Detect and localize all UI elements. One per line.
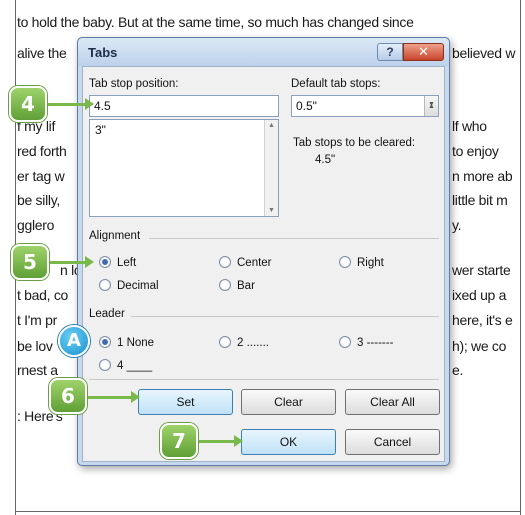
leader-group-label: Leader	[89, 308, 125, 320]
radio-icon	[219, 279, 231, 291]
buttons-divider	[89, 379, 439, 380]
alignment-group-label: Alignment	[89, 230, 141, 242]
tab-stop-list[interactable]: 3" ▲ ▼	[89, 119, 279, 217]
document-text-line: to enjoy	[452, 143, 499, 159]
ok-button[interactable]: OK	[241, 429, 336, 455]
default-tab-stops-label: Default tab stops:	[291, 78, 381, 90]
step-5-badge: 5	[11, 244, 49, 280]
spin-down-icon[interactable]: ▼	[428, 95, 435, 115]
step-a-badge: A	[58, 325, 90, 357]
close-button[interactable]: ✕	[403, 43, 444, 61]
alignment-decimal-label: Decimal	[117, 280, 159, 292]
step-5-arrow	[50, 256, 94, 268]
default-tab-stops-spinner[interactable]: ▲ ▼	[424, 96, 438, 116]
alignment-right-radio[interactable]: Right	[339, 256, 384, 269]
step-7-badge: 7	[160, 423, 198, 459]
scroll-up-icon[interactable]: ▲	[268, 122, 275, 129]
alignment-divider	[149, 238, 439, 239]
alignment-left-label: Left	[117, 257, 137, 269]
cancel-button[interactable]: Cancel	[345, 429, 440, 455]
document-text-line: e.	[452, 362, 464, 378]
help-button[interactable]: ?	[377, 43, 403, 61]
dialog-title: Tabs	[88, 45, 118, 60]
default-tab-stops-value: 0.5"	[296, 99, 317, 113]
document-text-line: er tag w	[17, 168, 65, 184]
leader-3-label: 3 -------	[357, 337, 394, 349]
tab-stops-cleared-value: 4.5"	[315, 154, 336, 166]
document-text-line: gglero	[17, 217, 55, 233]
scroll-down-icon[interactable]: ▼	[268, 207, 275, 214]
document-text-line: to hold the baby. But at the same time, …	[17, 14, 414, 30]
leader-1-radio[interactable]: 1 None	[99, 336, 154, 349]
document-text-line: h); we co	[452, 338, 507, 354]
alignment-bar-radio[interactable]: Bar	[219, 279, 255, 292]
page-border-right	[520, 0, 521, 515]
step-4-arrow	[48, 98, 94, 110]
radio-selected-icon	[99, 336, 111, 348]
leader-2-radio[interactable]: 2 .......	[219, 336, 269, 349]
alignment-decimal-radio[interactable]: Decimal	[99, 279, 159, 292]
page-border-bottom	[15, 511, 521, 512]
document-text-line: little bit m	[452, 192, 508, 208]
step-7-arrow	[199, 435, 243, 447]
document-text-line: be silly,	[17, 192, 60, 208]
step-6-badge: 6	[49, 378, 87, 414]
document-text-line: rnest a	[17, 362, 58, 378]
leader-1-label: 1 None	[117, 337, 155, 349]
document-text-line: alive the	[17, 45, 67, 61]
document-text-line: t bad, co	[17, 287, 69, 303]
alignment-right-label: Right	[357, 257, 384, 269]
document-text-line: t I'm pr	[17, 312, 57, 328]
radio-icon	[219, 336, 231, 348]
document-text-line: wer starte	[452, 262, 511, 278]
alignment-center-label: Center	[237, 257, 272, 269]
tab-stop-position-input[interactable]: 4.5	[89, 95, 279, 117]
document-text-line: n more ab	[452, 168, 513, 184]
step-6-arrow	[88, 391, 140, 403]
document-text-line: be lov	[17, 338, 53, 354]
set-button[interactable]: Set	[138, 389, 233, 415]
radio-selected-icon	[99, 256, 111, 268]
alignment-bar-label: Bar	[237, 280, 255, 292]
step-4-badge: 4	[9, 86, 47, 122]
tab-stops-cleared-label: Tab stops to be cleared:	[293, 137, 416, 149]
radio-icon	[339, 256, 351, 268]
document-text-line: red forth	[17, 143, 67, 159]
radio-icon	[219, 256, 231, 268]
dialog-titlebar[interactable]: Tabs ? ✕	[78, 38, 449, 66]
leader-3-radio[interactable]: 3 -------	[339, 336, 393, 349]
alignment-left-radio[interactable]: Left	[99, 256, 136, 269]
default-tab-stops-input[interactable]: 0.5" ▲ ▼	[291, 95, 439, 117]
clear-button[interactable]: Clear	[241, 389, 336, 415]
leader-4-label: 4 ____	[117, 360, 153, 372]
leader-4-radio[interactable]: 4 ____	[99, 359, 152, 372]
tab-stop-position-label: Tab stop position:	[89, 78, 179, 90]
radio-icon	[99, 279, 111, 291]
radio-icon	[339, 336, 351, 348]
list-scrollbar[interactable]: ▲ ▼	[264, 120, 278, 216]
document-text-line: y.	[452, 217, 462, 233]
document-text-line: lf who	[452, 118, 487, 134]
document-text-line: ixed up a	[452, 287, 507, 303]
document-text-line: believed w	[452, 45, 516, 61]
document-text-line: here, it's e	[452, 312, 513, 328]
tab-stop-list-item[interactable]: 3"	[95, 123, 106, 137]
radio-icon	[99, 359, 111, 371]
alignment-center-radio[interactable]: Center	[219, 256, 272, 269]
clear-all-button[interactable]: Clear All	[345, 389, 440, 415]
leader-2-label: 2 .......	[237, 337, 269, 349]
leader-divider	[131, 316, 439, 317]
